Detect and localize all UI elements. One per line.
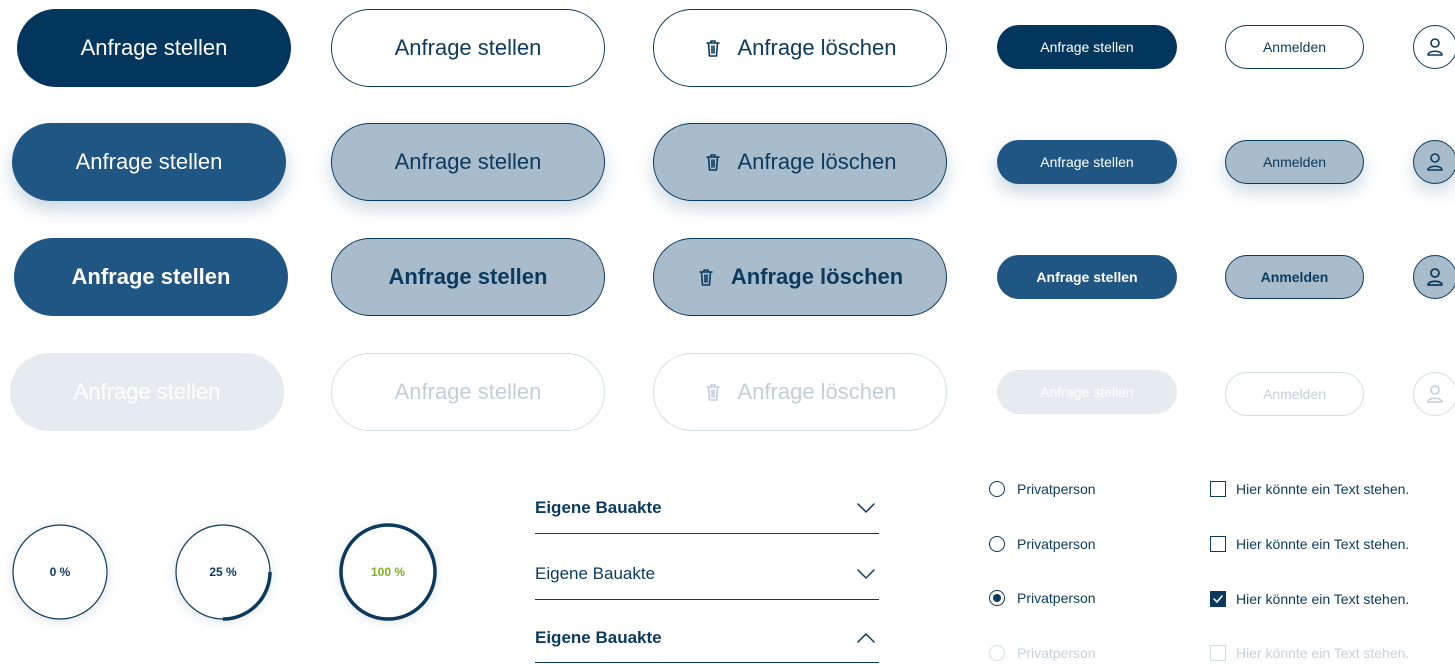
user-icon bbox=[1427, 268, 1443, 286]
trash-icon bbox=[704, 152, 722, 172]
chevron-up-icon bbox=[857, 633, 875, 643]
user-icon bbox=[1427, 385, 1443, 403]
radio-option[interactable]: Privatperson bbox=[989, 536, 1096, 552]
check-icon bbox=[1213, 595, 1223, 603]
user-icon bbox=[1427, 38, 1443, 56]
delete-button-label: Anfrage löschen bbox=[737, 35, 897, 60]
trash-icon bbox=[704, 38, 722, 58]
accordion-divider bbox=[535, 662, 879, 663]
request-button-small-primary-disabled[interactable]: Anfrage stellen bbox=[997, 370, 1177, 414]
radio-control[interactable] bbox=[989, 536, 1005, 552]
user-icon-button-active[interactable] bbox=[1413, 255, 1455, 299]
progress-circle-100: 100 % bbox=[339, 523, 437, 621]
accordion-divider bbox=[535, 599, 879, 600]
radio-label: Privatperson bbox=[1017, 536, 1096, 552]
delete-button-label: Anfrage löschen bbox=[737, 379, 897, 404]
request-button-outline-active[interactable]: Anfrage stellen bbox=[331, 238, 605, 316]
login-button-default[interactable]: Anmelden bbox=[1225, 25, 1364, 69]
user-icon-button-hover[interactable] bbox=[1413, 140, 1455, 184]
checkbox-control[interactable] bbox=[1210, 591, 1226, 607]
accordion-label: Eigene Bauakte bbox=[535, 564, 656, 583]
checkbox-label: Hier könnte ein Text stehen. bbox=[1236, 645, 1410, 661]
radio-control[interactable] bbox=[989, 645, 1005, 661]
accordion-label: Eigene Bauakte bbox=[535, 498, 662, 517]
login-button-hover[interactable]: Anmelden bbox=[1225, 140, 1364, 184]
delete-button-hover[interactable]: Anfrage löschen bbox=[653, 123, 947, 201]
progress-label: 100 % bbox=[370, 565, 406, 579]
trash-icon bbox=[697, 267, 715, 287]
accordion-item[interactable]: Eigene Bauakte bbox=[535, 615, 879, 661]
user-icon-button-default[interactable] bbox=[1413, 25, 1455, 69]
checkbox-label: Hier könnte ein Text stehen. bbox=[1236, 481, 1410, 497]
delete-button-default[interactable]: Anfrage löschen bbox=[653, 9, 947, 87]
request-button-primary-disabled[interactable]: Anfrage stellen bbox=[10, 353, 284, 431]
checkbox-control[interactable] bbox=[1210, 536, 1226, 552]
checkbox-option-checked[interactable]: Hier könnte ein Text stehen. bbox=[1210, 591, 1409, 607]
trash-icon bbox=[704, 382, 722, 402]
radio-label: Privatperson bbox=[1017, 645, 1096, 661]
progress-circle-25: 25 % bbox=[174, 523, 272, 621]
radio-option[interactable]: Privatperson bbox=[989, 481, 1096, 497]
radio-control[interactable] bbox=[989, 590, 1005, 606]
checkbox-label: Hier könnte ein Text stehen. bbox=[1236, 536, 1410, 552]
progress-label: 25 % bbox=[209, 565, 237, 579]
radio-option-disabled[interactable]: Privatperson bbox=[989, 645, 1096, 661]
accordion-item[interactable]: Eigene Bauakte bbox=[535, 551, 879, 597]
request-button-outline-disabled[interactable]: Anfrage stellen bbox=[331, 353, 605, 431]
checkbox-label: Hier könnte ein Text stehen. bbox=[1236, 591, 1410, 607]
accordion-label: Eigene Bauakte bbox=[535, 628, 662, 647]
checkbox-option-disabled[interactable]: Hier könnte ein Text stehen. bbox=[1210, 645, 1409, 661]
checkbox-option[interactable]: Hier könnte ein Text stehen. bbox=[1210, 481, 1409, 497]
request-button-small-primary-default[interactable]: Anfrage stellen bbox=[997, 25, 1177, 69]
user-icon bbox=[1427, 153, 1443, 171]
chevron-down-icon bbox=[857, 569, 875, 579]
request-button-small-primary-hover[interactable]: Anfrage stellen bbox=[997, 140, 1177, 184]
accordion-divider bbox=[535, 533, 879, 534]
request-button-outline-hover[interactable]: Anfrage stellen bbox=[331, 123, 605, 201]
radio-option-checked[interactable]: Privatperson bbox=[989, 590, 1096, 606]
radio-label: Privatperson bbox=[1017, 590, 1096, 606]
delete-button-disabled[interactable]: Anfrage löschen bbox=[653, 353, 947, 431]
radio-control[interactable] bbox=[989, 481, 1005, 497]
delete-button-active[interactable]: Anfrage löschen bbox=[653, 238, 947, 316]
progress-label: 0 % bbox=[49, 565, 71, 579]
progress-circle-0: 0 % bbox=[12, 524, 108, 620]
accordion-item[interactable]: Eigene Bauakte bbox=[535, 485, 879, 531]
request-button-primary-default[interactable]: Anfrage stellen bbox=[17, 9, 291, 87]
request-button-small-primary-active[interactable]: Anfrage stellen bbox=[997, 255, 1177, 299]
radio-label: Privatperson bbox=[1017, 481, 1096, 497]
request-button-outline-default[interactable]: Anfrage stellen bbox=[331, 9, 605, 87]
delete-button-label: Anfrage löschen bbox=[730, 264, 904, 289]
login-button-disabled[interactable]: Anmelden bbox=[1225, 372, 1364, 416]
chevron-down-icon bbox=[857, 503, 875, 513]
checkbox-option[interactable]: Hier könnte ein Text stehen. bbox=[1210, 536, 1409, 552]
request-button-primary-hover[interactable]: Anfrage stellen bbox=[12, 123, 286, 201]
login-button-active[interactable]: Anmelden bbox=[1225, 255, 1364, 299]
checkbox-control[interactable] bbox=[1210, 481, 1226, 497]
request-button-primary-active[interactable]: Anfrage stellen bbox=[14, 238, 288, 316]
checkbox-control[interactable] bbox=[1210, 645, 1226, 661]
delete-button-label: Anfrage löschen bbox=[737, 149, 897, 174]
user-icon-button-disabled[interactable] bbox=[1413, 372, 1455, 416]
